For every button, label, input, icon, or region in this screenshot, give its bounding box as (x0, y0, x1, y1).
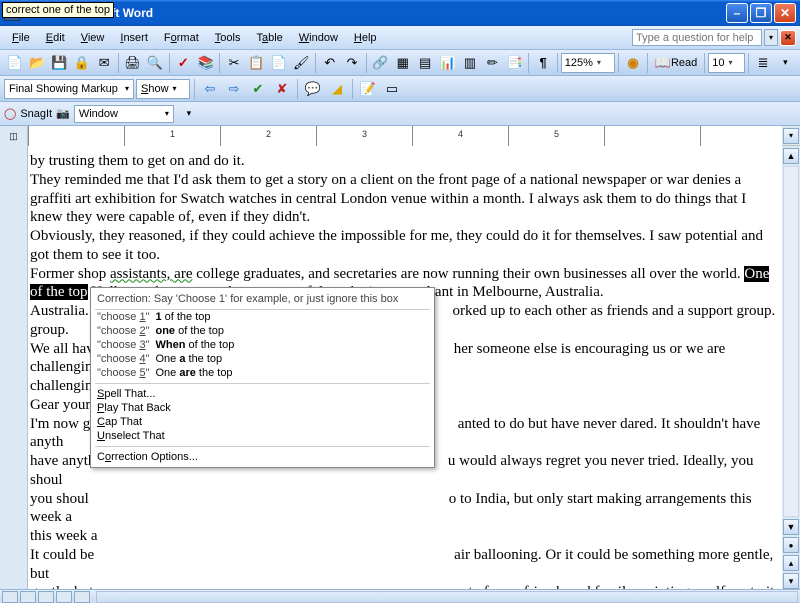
show-combo[interactable]: Show▾ (136, 79, 190, 99)
ruler-corner[interactable]: ◫ (0, 126, 28, 146)
tables-borders-icon[interactable]: ▦ (392, 52, 413, 74)
ruler-toggle-icon[interactable]: ▾ (783, 128, 799, 144)
menu-help[interactable]: Help (346, 30, 385, 46)
menu-view[interactable]: View (73, 30, 113, 46)
snagit-window-combo[interactable]: Window▾ (74, 105, 174, 123)
menu-format[interactable]: Format (156, 30, 207, 46)
status-bar (0, 589, 800, 603)
menu-table[interactable]: Table (248, 30, 290, 46)
excel-icon[interactable]: 📊 (437, 52, 458, 74)
close-button[interactable]: ✕ (774, 3, 796, 23)
standard-toolbar: 📄 📂 💾 🔒 ✉ 🖨 🔍 ✓ 📚 ✂ 📋 📄 🖌 ↶ ↷ 🔗 ▦ ▤ 📊 ▥ … (0, 50, 800, 76)
correction-option-5[interactable]: "choose 5" One are the top (95, 366, 430, 380)
copy-icon[interactable]: 📋 (246, 52, 267, 74)
permission-icon[interactable]: 🔒 (71, 52, 92, 74)
prev-change-icon[interactable]: ⇦ (199, 78, 221, 100)
undo-icon[interactable]: ↶ (319, 52, 340, 74)
scroll-down-button[interactable]: ▼ (783, 519, 799, 535)
correction-option-4[interactable]: "choose 4" One a the top (95, 352, 430, 366)
display-for-review-combo[interactable]: Final Showing Markup▾ (4, 79, 134, 99)
maximize-button[interactable]: ❐ (750, 3, 772, 23)
reading-layout-view-button[interactable] (74, 591, 90, 603)
help-icon[interactable]: ◉ (622, 52, 643, 74)
ruler-row: ◫ 1 2 3 4 5 ▾ (0, 126, 800, 146)
menu-window[interactable]: Window (291, 30, 346, 46)
reviewing-pane-icon[interactable]: ▭ (381, 78, 403, 100)
play-that-back-command[interactable]: Play That Back (95, 401, 430, 415)
new-doc-icon[interactable]: 📄 (4, 52, 25, 74)
font-size-combo[interactable]: 10▾ (708, 53, 745, 73)
hyperlink-icon[interactable]: 🔗 (370, 52, 391, 74)
next-change-icon[interactable]: ⇨ (223, 78, 245, 100)
correction-option-2[interactable]: "choose 2" one of the top (95, 324, 430, 338)
format-painter-icon[interactable]: 🖌 (291, 52, 312, 74)
highlight-icon[interactable]: ◢ (326, 78, 348, 100)
snagit-label: SnagIt (20, 108, 52, 120)
research-icon[interactable]: 📚 (195, 52, 216, 74)
menu-edit[interactable]: Edit (38, 30, 73, 46)
save-icon[interactable]: 💾 (49, 52, 70, 74)
drawing-icon[interactable]: ✏ (482, 52, 503, 74)
cut-icon[interactable]: ✂ (223, 52, 244, 74)
menu-tools[interactable]: Tools (207, 30, 249, 46)
snagit-capture-icon[interactable]: 📷 (56, 107, 70, 120)
horizontal-ruler[interactable]: 1 2 3 4 5 (28, 126, 782, 146)
track-changes-icon[interactable]: 📝 (357, 78, 379, 100)
vertical-scrollbar[interactable]: ▲ ▼ ● ▴ ▾ (782, 146, 800, 589)
accept-change-icon[interactable]: ✔ (247, 78, 269, 100)
web-layout-view-button[interactable] (20, 591, 36, 603)
help-search-input[interactable] (632, 29, 762, 46)
docmap-icon[interactable]: 📑 (504, 52, 525, 74)
print-icon[interactable]: 🖨 (122, 52, 143, 74)
outline-view-button[interactable] (56, 591, 72, 603)
print-layout-view-button[interactable] (38, 591, 54, 603)
spellcheck-icon[interactable]: ✓ (173, 52, 194, 74)
title-bar: correct one of the top ic v9 - Microsoft… (0, 0, 800, 26)
scroll-track[interactable] (783, 166, 799, 517)
new-comment-icon[interactable]: 💬 (302, 78, 324, 100)
snagit-options-icon[interactable]: ▾ (178, 103, 200, 125)
cap-that-command[interactable]: Cap That (95, 415, 430, 429)
minimize-button[interactable]: – (726, 3, 748, 23)
bullets-icon[interactable]: ≣ (752, 52, 773, 74)
email-icon[interactable]: ✉ (94, 52, 115, 74)
paste-icon[interactable]: 📄 (268, 52, 289, 74)
reviewing-toolbar: Final Showing Markup▾ Show▾ ⇦ ⇨ ✔ ✘ 💬 ◢ … (0, 76, 800, 102)
read-button[interactable]: 📖 Read (651, 52, 701, 74)
menu-file[interactable]: File (4, 30, 38, 46)
show-hide-icon[interactable]: ¶ (532, 52, 553, 74)
prev-page-button[interactable]: ▴ (783, 555, 799, 571)
redo-icon[interactable]: ↷ (341, 52, 362, 74)
normal-view-button[interactable] (2, 591, 18, 603)
menu-insert[interactable]: Insert (112, 30, 156, 46)
print-preview-icon[interactable]: 🔍 (144, 52, 165, 74)
reject-change-icon[interactable]: ✘ (271, 78, 293, 100)
next-page-button[interactable]: ▾ (783, 573, 799, 589)
snagit-toolbar: ◯ SnagIt 📷 Window▾ ▾ (0, 102, 800, 126)
speech-correction-popup: Correction: Say 'Choose 1' for example, … (90, 287, 435, 468)
popup-header: Correction: Say 'Choose 1' for example, … (95, 291, 430, 310)
zoom-combo[interactable]: 125%▾ (561, 53, 616, 73)
menubar-close-button[interactable]: ✕ (780, 30, 796, 46)
help-dropdown-arrow[interactable]: ▾ (764, 29, 778, 46)
toolbar-options-icon[interactable]: ▾ (775, 52, 796, 74)
correction-option-3[interactable]: "choose 3" When of the top (95, 338, 430, 352)
vertical-ruler[interactable] (0, 146, 28, 589)
snagit-icon: ◯ (4, 107, 16, 120)
insert-table-icon[interactable]: ▤ (414, 52, 435, 74)
correction-options-command[interactable]: Correction Options... (95, 450, 430, 464)
unselect-that-command[interactable]: Unselect That (95, 429, 430, 443)
browse-object-button[interactable]: ● (783, 537, 799, 553)
columns-icon[interactable]: ▥ (459, 52, 480, 74)
scroll-up-button[interactable]: ▲ (783, 148, 799, 164)
spell-that-command[interactable]: Spell That... (95, 387, 430, 401)
menu-bar: File Edit View Insert Format Tools Table… (0, 26, 800, 50)
correction-option-1[interactable]: "choose 1" 1 of the top (95, 310, 430, 324)
hscroll-track[interactable] (96, 591, 798, 603)
open-icon[interactable]: 📂 (26, 52, 47, 74)
tooltip: correct one of the top (2, 2, 114, 18)
